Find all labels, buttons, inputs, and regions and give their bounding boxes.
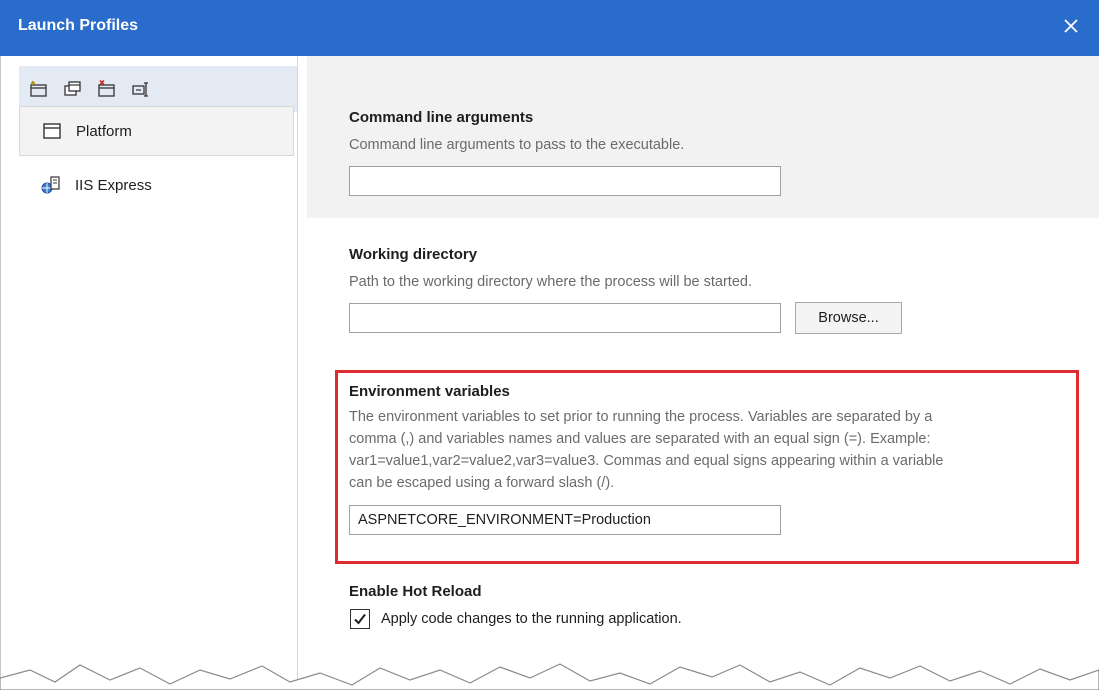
title-bar: Launch Profiles <box>0 0 1099 56</box>
new-profile-icon[interactable] <box>27 77 51 101</box>
iis-globe-icon <box>39 173 63 197</box>
working-directory-description: Path to the working directory where the … <box>349 274 752 290</box>
launch-profiles-window: Platform IIS Express Command line argume… <box>0 56 1099 690</box>
profile-label: IIS Express <box>75 176 152 194</box>
hot-reload-checkbox-label: Apply code changes to the running applic… <box>381 611 682 627</box>
command-line-input[interactable] <box>349 166 781 196</box>
profile-settings-panel: Command line arguments Command line argu… <box>307 56 1099 690</box>
working-directory-input[interactable] <box>349 303 781 333</box>
hot-reload-checkbox[interactable] <box>350 609 370 629</box>
profile-label: Platform <box>76 122 132 140</box>
environment-variables-label: Environment variables <box>349 383 510 400</box>
copy-profile-icon[interactable] <box>61 77 85 101</box>
working-directory-label: Working directory <box>349 246 478 263</box>
description-line: comma (,) and variables names and values… <box>349 431 931 447</box>
command-line-description: Command line arguments to pass to the ex… <box>349 137 685 153</box>
browse-button[interactable]: Browse... <box>795 302 902 334</box>
description-line: var1=value1,var2=value2,var3=value3. Com… <box>349 453 944 469</box>
checkmark-icon <box>354 613 366 625</box>
hot-reload-label: Enable Hot Reload <box>349 583 482 600</box>
profile-item-platform[interactable]: Platform <box>19 106 294 156</box>
environment-variables-input[interactable] <box>349 505 781 535</box>
torn-edge <box>0 663 1099 690</box>
command-line-label: Command line arguments <box>349 109 534 126</box>
window-title: Launch Profiles <box>18 17 139 34</box>
environment-variables-description: The environment variables to set prior t… <box>349 406 1069 494</box>
delete-profile-icon[interactable] <box>95 77 119 101</box>
rename-profile-icon[interactable] <box>129 77 153 101</box>
profiles-sidebar: Platform IIS Express <box>1 56 298 690</box>
description-line: The environment variables to set prior t… <box>349 409 933 425</box>
close-icon[interactable] <box>1057 12 1085 40</box>
description-line: can be escaped using a forward slash (/)… <box>349 475 615 491</box>
profile-item-iis-express[interactable]: IIS Express <box>19 160 294 210</box>
window-icon <box>40 119 64 143</box>
